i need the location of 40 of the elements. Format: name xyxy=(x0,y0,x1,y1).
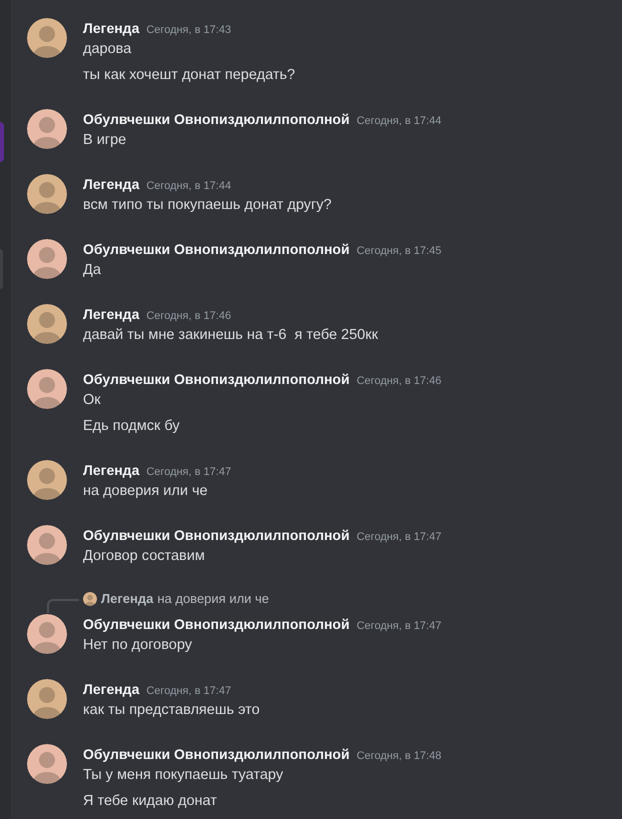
message-text: Нет по договору xyxy=(83,636,192,655)
timestamp: Сегодня, в 17:46 xyxy=(356,374,442,389)
author-name[interactable]: Обулвчешки Овнопиздюлилпополной xyxy=(83,525,350,545)
timestamp: Сегодня, в 17:48 xyxy=(356,749,442,764)
message-text: как ты представляешь это xyxy=(83,701,260,720)
message-text: Да xyxy=(83,261,101,280)
message-text: на доверия или че xyxy=(83,482,208,501)
reply-author[interactable]: Легенда xyxy=(101,590,154,608)
message-text: Едь подмск бу xyxy=(83,417,180,436)
selection-marker xyxy=(0,122,4,162)
timestamp: Сегодня, в 17:47 xyxy=(146,465,232,480)
message-text: давай ты мне закинешь на т-6 я тебе 250кк xyxy=(83,326,378,345)
message-text: всм типо ты покупаешь донат другу? xyxy=(83,196,332,215)
timestamp: Сегодня, в 17:45 xyxy=(356,244,442,259)
message-text: В игре xyxy=(83,131,126,150)
timestamp: Сегодня, в 17:44 xyxy=(146,179,232,194)
timestamp: Сегодня, в 17:47 xyxy=(356,530,442,545)
reply-preview[interactable]: на доверия или че xyxy=(157,590,270,608)
message-text: ты как хочешт донат передать? xyxy=(83,66,296,85)
author-name[interactable]: Обулвчешки Овнопиздюлилпополной xyxy=(83,744,350,764)
message-text: Ок xyxy=(83,391,101,410)
message-text: Ты у меня покупаешь туатару xyxy=(83,766,284,785)
timestamp: Сегодня, в 17:43 xyxy=(146,23,232,38)
message-text: Договор составим xyxy=(83,547,205,566)
timestamp: Сегодня, в 17:47 xyxy=(356,619,442,634)
reply-connector xyxy=(47,599,79,613)
author-name[interactable]: Обулвчешки Овнопиздюлилпополной xyxy=(83,239,350,259)
author-name[interactable]: Легенда xyxy=(83,174,140,194)
author-name[interactable]: Обулвчешки Овнопиздюлилпополной xyxy=(83,369,350,389)
timestamp: Сегодня, в 17:47 xyxy=(146,684,232,699)
author-name[interactable]: Легенда xyxy=(83,18,140,38)
author-name[interactable]: Обулвчешки Овнопиздюлилпополной xyxy=(83,109,350,129)
message-text: дарова xyxy=(83,40,132,59)
timestamp: Сегодня, в 17:44 xyxy=(356,114,442,129)
author-name[interactable]: Легенда xyxy=(83,460,140,480)
author-name[interactable]: Легенда xyxy=(83,304,140,324)
author-name[interactable]: Обулвчешки Овнопиздюлилпополной xyxy=(83,614,350,634)
author-name[interactable]: Легенда xyxy=(83,679,140,699)
message-text: Я тебе кидаю донат xyxy=(83,792,217,811)
timestamp: Сегодня, в 17:46 xyxy=(146,309,232,324)
